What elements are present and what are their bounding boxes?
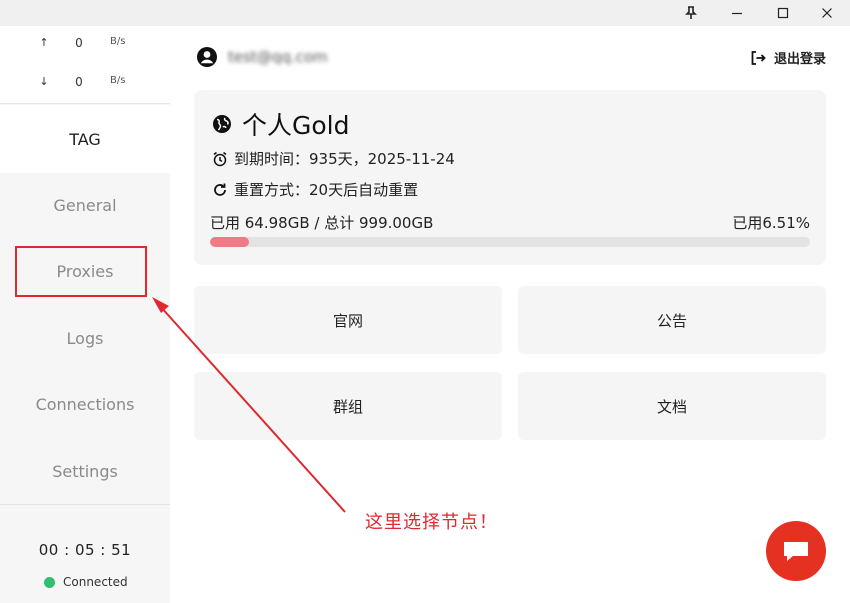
annotation-note: 这里选择节点！	[365, 512, 498, 533]
chat-button[interactable]	[766, 521, 826, 581]
chat-icon	[784, 542, 808, 561]
